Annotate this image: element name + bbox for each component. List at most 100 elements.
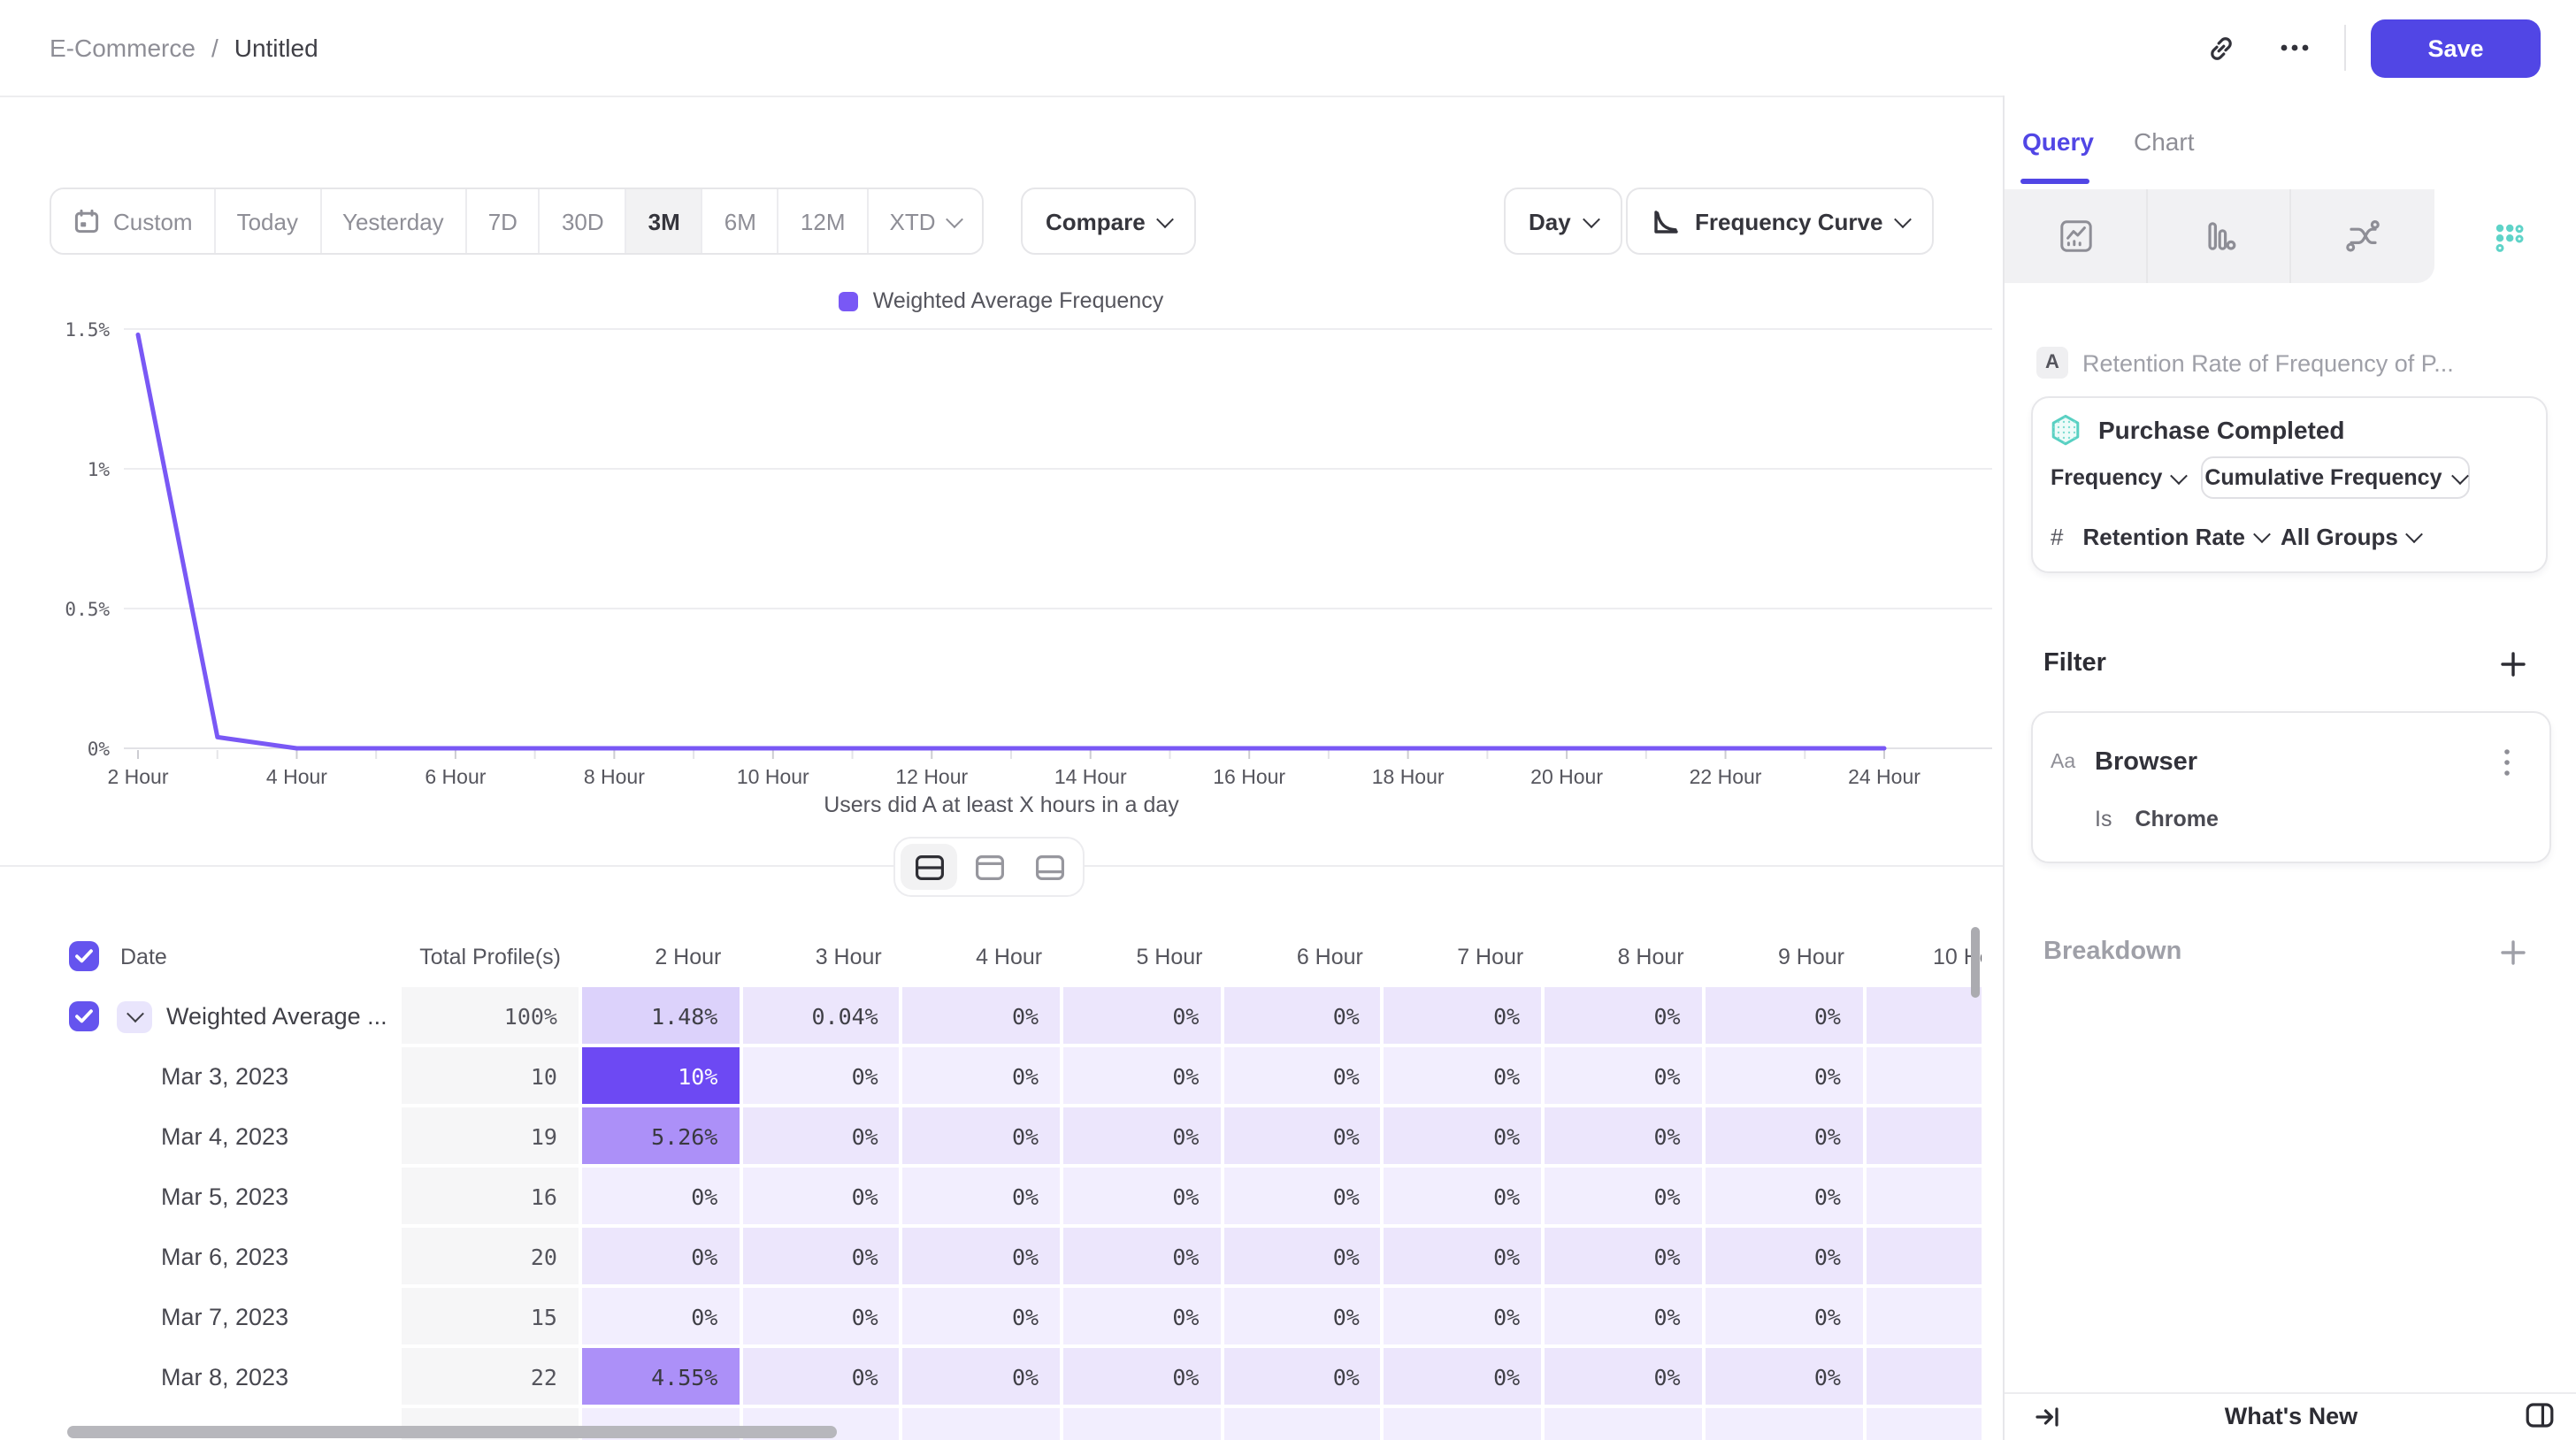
value-cell <box>1866 1107 1982 1168</box>
measure-row: Frequency Cumulative Frequency <box>2051 456 2532 499</box>
y-axis-tick-label: 0% <box>88 739 111 760</box>
column-header: 3 Hour <box>742 927 902 987</box>
chart-type-button[interactable]: Frequency Curve <box>1626 188 1934 255</box>
row-checkbox[interactable] <box>69 1001 99 1031</box>
link-icon[interactable] <box>2196 23 2245 73</box>
value-cell: 0% <box>1063 1348 1223 1408</box>
metric-dropdown[interactable]: Retention Rate <box>2082 523 2267 549</box>
column-header: 4 Hour <box>903 927 1063 987</box>
tab-chart[interactable]: Chart <box>2134 127 2194 156</box>
granularity-button[interactable]: Day <box>1504 188 1622 255</box>
active-tab-indicator <box>2020 179 2089 184</box>
save-button[interactable]: Save <box>2371 19 2541 77</box>
layout-toggle-group <box>893 837 1085 897</box>
ellipsis-icon[interactable] <box>2270 23 2319 73</box>
value-cell: 0% <box>1706 1228 1866 1288</box>
series-title[interactable]: Retention Rate of Frequency of P... <box>2082 349 2454 376</box>
column-header-label: Date <box>50 945 167 969</box>
value-cell: 0% <box>742 1228 902 1288</box>
expand-row-chevron-icon[interactable] <box>117 1001 152 1033</box>
chevron-down-icon <box>946 210 963 227</box>
kebab-icon[interactable] <box>2482 738 2532 787</box>
filter-card[interactable]: Aa Browser Is Chrome <box>2031 711 2551 863</box>
column-header: 8 Hour <box>1545 927 1705 987</box>
value-cell: 0% <box>1384 987 1545 1047</box>
line-chart-icon[interactable] <box>2005 189 2148 283</box>
value-cell: 0% <box>1224 1348 1384 1408</box>
value-cell <box>1866 1047 1982 1107</box>
group-dropdown[interactable]: All Groups <box>2281 523 2421 549</box>
frequency-curve-chart: 1.5%1%0.5%0%2 Hour4 Hour6 Hour8 Hour10 H… <box>0 265 2003 831</box>
filter-section-title: Filter <box>2043 649 2106 678</box>
value-cell: 0% <box>1706 987 1866 1047</box>
app-root: E-Commerce / Untitled Save CustomTodayYe… <box>0 0 2576 1440</box>
value-cell: 0% <box>1706 1107 1866 1168</box>
filter-value[interactable]: Chrome <box>2135 807 2218 831</box>
value-cell: 0% <box>1063 1047 1223 1107</box>
panel-toggle-icon[interactable] <box>2521 1398 2557 1433</box>
date-range-3m[interactable]: 3M <box>627 189 703 253</box>
compare-button[interactable]: Compare <box>1021 188 1197 255</box>
value-cell: 0% <box>1384 1047 1545 1107</box>
date-range-7d[interactable]: 7D <box>467 189 540 253</box>
value-cell: 0% <box>1224 1168 1384 1228</box>
x-axis-tick-label: 10 Hour <box>737 765 809 788</box>
value-cell: 0% <box>742 1288 902 1348</box>
bar-chart-icon[interactable] <box>2148 189 2291 283</box>
total-profiles-cell: 16 <box>402 1168 582 1228</box>
frequency-curve-icon <box>1651 206 1681 236</box>
date-label: Mar 3, 2023 <box>50 1062 288 1089</box>
flow-chart-icon[interactable] <box>2291 189 2434 283</box>
value-cell: 0% <box>742 1047 902 1107</box>
date-range-custom[interactable]: Custom <box>51 189 216 253</box>
filter-operator[interactable]: Is <box>2095 807 2112 831</box>
chevron-down-icon <box>2253 525 2271 542</box>
event-row[interactable]: Purchase Completed <box>2051 414 2345 446</box>
breadcrumb-report-title[interactable]: Untitled <box>234 34 318 62</box>
date-range-label: Yesterday <box>342 208 444 234</box>
collapse-panel-icon[interactable] <box>2029 1399 2065 1435</box>
column-header: 10 Hour <box>1866 927 1982 987</box>
value-cell <box>1866 1288 1982 1348</box>
metric-label: Retention Rate <box>2082 523 2244 549</box>
select-all-checkbox[interactable] <box>69 941 99 971</box>
granularity-label: Day <box>1529 208 1571 234</box>
measure-dropdown[interactable]: Frequency <box>2051 465 2185 490</box>
bottom-panel-icon[interactable] <box>1021 844 1077 890</box>
total-profiles-cell: 22 <box>402 1348 582 1408</box>
split-view-icon[interactable] <box>901 844 957 890</box>
date-range-6m[interactable]: 6M <box>703 189 779 253</box>
y-axis-tick-label: 1.5% <box>65 319 110 341</box>
table-row: Mar 5, 2023160%0%0%0%0%0%0%0% <box>50 1168 1982 1228</box>
value-cell: 0% <box>582 1168 742 1228</box>
horizontal-scrollbar[interactable] <box>67 1426 837 1438</box>
series-badge: A <box>2036 347 2068 379</box>
tab-query[interactable]: Query <box>2022 127 2094 156</box>
value-cell: 0% <box>1224 1107 1384 1168</box>
value-cell <box>1866 1228 1982 1288</box>
value-cell: 0% <box>903 1288 1063 1348</box>
frequency-mode-dropdown[interactable]: Cumulative Frequency <box>2201 456 2470 499</box>
add-filter-plus-icon[interactable] <box>2493 644 2532 683</box>
total-profiles-cell: 20 <box>402 1228 582 1288</box>
whats-new-link[interactable]: What's New <box>2005 1392 2576 1440</box>
date-range-xtd[interactable]: XTD <box>869 189 982 253</box>
vertical-scrollbar[interactable] <box>1971 927 1980 998</box>
top-panel-icon[interactable] <box>961 844 1017 890</box>
x-axis-tick-label: 22 Hour <box>1690 765 1762 788</box>
x-axis-tick-label: 24 Hour <box>1848 765 1920 788</box>
date-range-yesterday[interactable]: Yesterday <box>321 189 467 253</box>
add-breakdown-plus-icon[interactable] <box>2493 932 2532 971</box>
y-axis-tick-label: 0.5% <box>65 599 110 620</box>
date-range-today[interactable]: Today <box>216 189 321 253</box>
date-range-12m[interactable]: 12M <box>779 189 869 253</box>
breadcrumb-project[interactable]: E-Commerce <box>50 34 196 62</box>
hexagon-icon <box>2051 414 2081 446</box>
frequency-dots-icon[interactable] <box>2434 189 2576 283</box>
value-cell: 0% <box>1384 1228 1545 1288</box>
property-type-badge: Aa <box>2051 752 2095 773</box>
frequency-curve-line <box>138 334 1884 748</box>
date-range-30d[interactable]: 30D <box>540 189 627 253</box>
value-cell: 0% <box>903 1047 1063 1107</box>
filter-property-name[interactable]: Browser <box>2095 748 2482 777</box>
